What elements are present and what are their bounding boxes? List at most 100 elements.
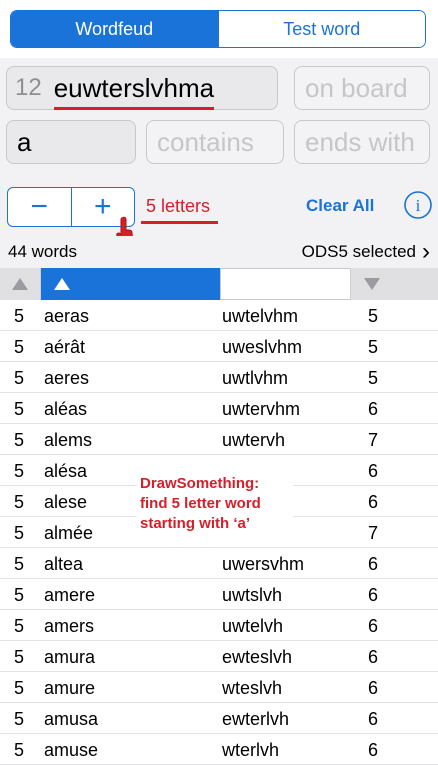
word-score: 6 [368, 709, 379, 729]
decrement-button[interactable]: − [8, 188, 71, 226]
word-count: 44 words [8, 242, 77, 261]
word-length: 5 [14, 399, 25, 419]
mode-segmented-control: Wordfeud Test word [10, 10, 426, 48]
list-item[interactable]: 5 amers uwtelvh 6 [0, 610, 438, 641]
results-status-bar: 44 words ODS5 selected › [0, 236, 438, 268]
word-score: 6 [368, 399, 379, 419]
annotation-note: DrawSomething: find 5 letter word starti… [137, 473, 293, 535]
word-score: 6 [368, 678, 379, 698]
length-underline [141, 221, 218, 224]
word-score: 5 [368, 368, 379, 388]
word-length: 5 [14, 461, 25, 481]
sort-length-button[interactable] [0, 268, 41, 300]
word-score: 7 [368, 430, 379, 450]
ends-with-field[interactable]: ends with [294, 120, 430, 164]
remaining-letters: uweslvhm [222, 337, 303, 357]
remaining-letters: uwtelvhm [222, 306, 299, 326]
word-length: 5 [14, 554, 25, 574]
list-item[interactable]: 5 aeres uwtlvhm 5 [0, 362, 438, 393]
info-icon[interactable]: i [403, 190, 433, 220]
word-score: 6 [368, 585, 379, 605]
word-score: 5 [368, 306, 379, 326]
word-score: 6 [368, 554, 379, 574]
tab-test-word[interactable]: Test word [217, 11, 425, 47]
letters-field[interactable]: 12 euwterslvhma [6, 66, 278, 110]
word-length: 5 [14, 306, 25, 326]
word-text: altea [44, 554, 84, 574]
word-score: 6 [368, 740, 379, 760]
word-length: 5 [14, 585, 25, 605]
letter-count: 12 [15, 74, 42, 101]
annotation-line-1: DrawSomething: [140, 475, 260, 492]
word-text: amusa [44, 709, 99, 729]
word-text: alésa [44, 461, 88, 481]
word-length: 5 [14, 678, 25, 698]
chevron-right-icon: › [422, 238, 430, 265]
dictionary-selector[interactable]: ODS5 selected › [301, 238, 438, 265]
word-text: amuse [44, 740, 99, 760]
letters-value: euwterslvhma [53, 72, 215, 110]
sort-word-button[interactable] [41, 268, 220, 300]
word-length: 5 [14, 430, 25, 450]
dictionary-label: ODS5 selected [301, 242, 416, 261]
word-text: amers [44, 616, 95, 636]
starts-with-field[interactable]: a [6, 120, 136, 164]
word-length: 5 [14, 709, 25, 729]
list-item[interactable]: 5 aeras uwtelvhm 5 [0, 300, 438, 331]
word-length: 5 [14, 368, 25, 388]
list-item[interactable]: 5 amure wteslvh 6 [0, 672, 438, 703]
remaining-letters: uwtelvh [222, 616, 284, 636]
word-text: aérât [44, 337, 86, 357]
list-item[interactable]: 5 alems uwtervh 7 [0, 424, 438, 455]
word-text: alese [44, 492, 88, 512]
annotation-line-3: starting with ‘a’ [140, 515, 251, 532]
triangle-down-icon [364, 278, 380, 290]
letters-text: euwterslvhma [53, 72, 215, 103]
on-board-field[interactable]: on board [294, 66, 430, 110]
list-item[interactable]: 5 amere uwtslvh 6 [0, 579, 438, 610]
remaining-letters: ewteslvh [222, 647, 293, 667]
triangle-up-icon [54, 278, 70, 290]
list-item[interactable]: 5 aléas uwtervhm 6 [0, 393, 438, 424]
sort-header [0, 268, 438, 300]
word-score: 7 [368, 523, 379, 543]
word-text: aléas [44, 399, 88, 419]
letters-underline [53, 106, 215, 110]
clear-all-button[interactable]: Clear All [306, 196, 374, 216]
word-score: 6 [368, 461, 379, 481]
word-score: 5 [368, 337, 379, 357]
length-label: 5 letters [146, 196, 211, 216]
remaining-letters: uwtervh [222, 430, 286, 450]
word-length: 5 [14, 616, 25, 636]
remaining-letters: wterlvh [222, 740, 280, 760]
word-length: 5 [14, 337, 25, 357]
triangle-up-icon [12, 278, 28, 290]
word-text: amura [44, 647, 96, 667]
list-item[interactable]: 5 amusa ewterlvh 6 [0, 703, 438, 734]
sort-score-button[interactable] [350, 268, 438, 300]
annotation-line-2: find 5 letter word [140, 495, 261, 512]
remaining-letters: uwtervhm [222, 399, 301, 419]
word-score: 6 [368, 647, 379, 667]
contains-field[interactable]: contains [146, 120, 284, 164]
sort-remaining-button[interactable] [220, 268, 350, 300]
word-text: aeres [44, 368, 90, 388]
word-text: aeras [44, 306, 90, 326]
word-length: 5 [14, 523, 25, 543]
remaining-letters: ewterlvh [222, 709, 290, 729]
list-item[interactable]: 5 aérât uweslvhm 5 [0, 331, 438, 362]
word-text: amere [44, 585, 96, 605]
word-score: 6 [368, 492, 379, 512]
word-length: 5 [14, 492, 25, 512]
word-length: 5 [14, 647, 25, 667]
word-text: alems [44, 430, 93, 450]
word-score: 6 [368, 616, 379, 636]
remaining-letters: wteslvh [222, 678, 283, 698]
remaining-letters: uwtlvhm [222, 368, 289, 388]
list-item[interactable]: 5 amura ewteslvh 6 [0, 641, 438, 672]
word-text: almée [44, 523, 94, 543]
word-text: amure [44, 678, 96, 698]
tab-wordfeud[interactable]: Wordfeud [11, 11, 218, 47]
list-item[interactable]: 5 altea uwersvhm 6 [0, 548, 438, 579]
remaining-letters: uwersvhm [222, 554, 305, 574]
